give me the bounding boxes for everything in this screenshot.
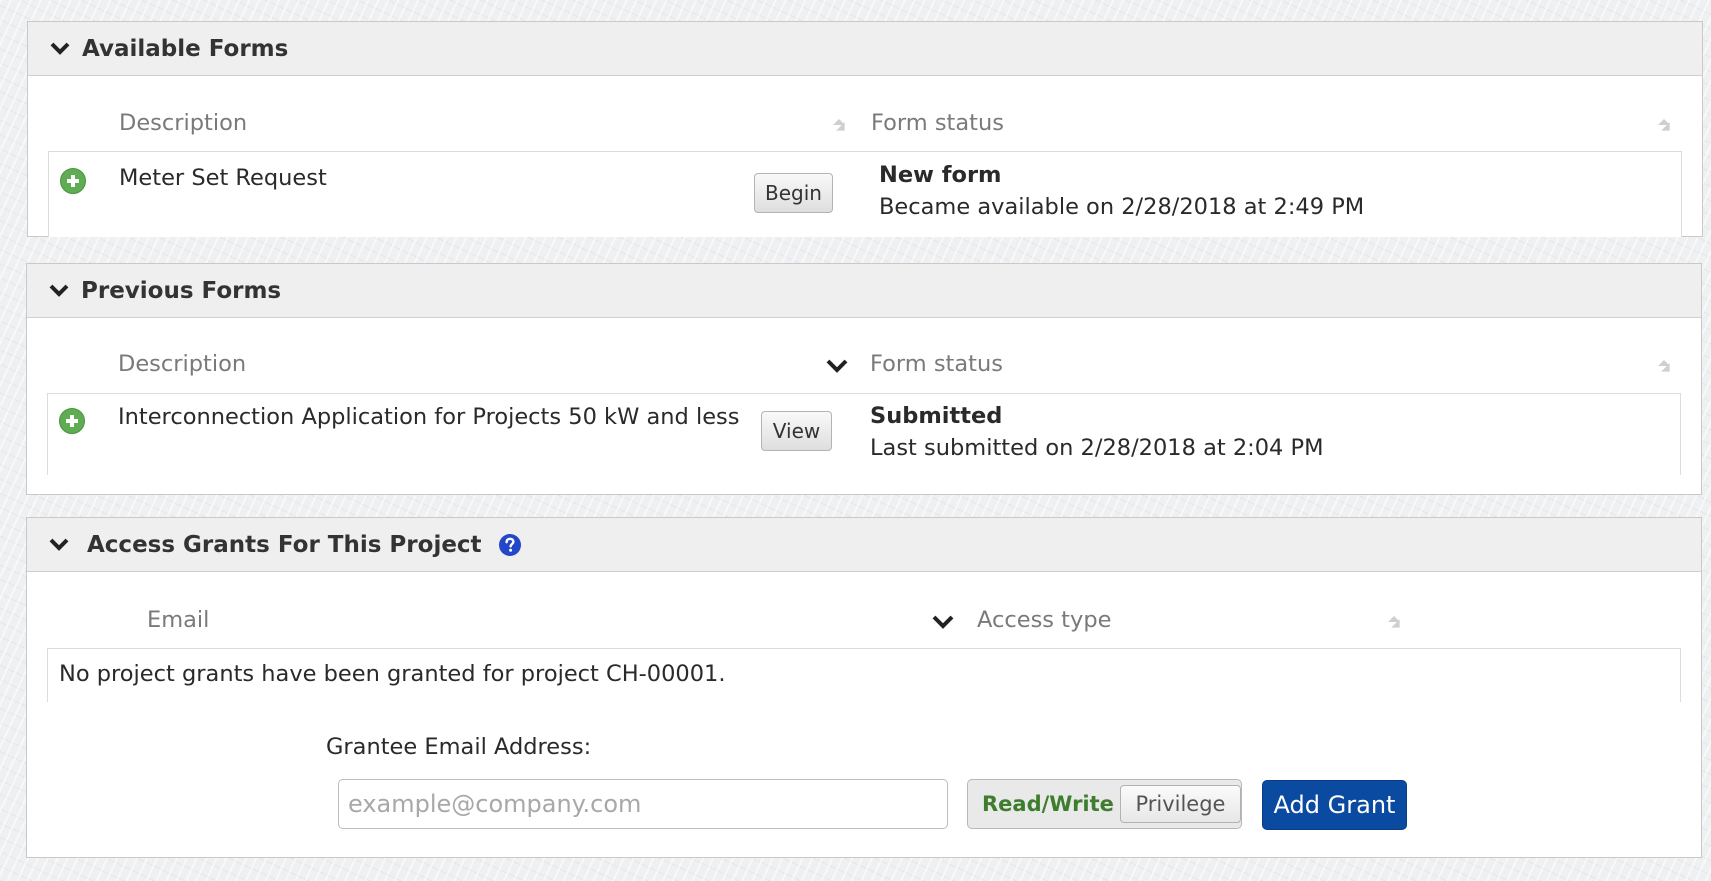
sort-unsorted-icon[interactable] [1651,353,1677,383]
form-description: Meter Set Request [119,165,327,191]
begin-button[interactable]: Begin [754,173,833,213]
empty-table-message: No project grants have been granted for … [59,661,726,687]
add-grant-button[interactable]: Add Grant [1262,780,1407,830]
column-header-email[interactable]: Email [147,607,209,633]
available-forms-panel: Available Forms Description Form status … [27,21,1703,237]
access-type-toggle[interactable]: Read/Write Privilege [967,779,1242,829]
grantee-email-label: Grantee Email Address: [326,734,592,760]
chevron-down-icon[interactable] [826,358,848,378]
chevron-down-icon[interactable] [48,37,72,61]
plus-circle-icon[interactable] [58,407,86,439]
column-header-description[interactable]: Description [119,110,247,136]
previous-forms-panel: Previous Forms Description Form status I… [26,263,1702,495]
column-header-access-type[interactable]: Access type [977,607,1111,633]
chevron-down-icon[interactable] [932,614,954,634]
sort-unsorted-icon[interactable] [826,112,852,142]
chevron-down-icon[interactable] [47,279,71,303]
form-status-detail: Became available on 2/28/2018 at 2:49 PM [879,194,1365,220]
panel-title: Available Forms [82,35,289,62]
form-status-detail: Last submitted on 2/28/2018 at 2:04 PM [870,435,1324,461]
form-status-title: New form [879,162,1002,188]
sort-unsorted-icon[interactable] [1651,112,1677,142]
grantee-email-input[interactable] [338,779,948,829]
toggle-read-write-label[interactable]: Read/Write [982,792,1114,816]
plus-circle-icon[interactable] [59,167,87,199]
sort-unsorted-icon[interactable] [1381,609,1407,639]
panel-title: Previous Forms [81,277,282,304]
previous-forms-header[interactable]: Previous Forms [27,264,1701,318]
view-button[interactable]: View [761,411,832,451]
previous-forms-table: Interconnection Application for Projects… [47,393,1681,475]
column-header-form-status[interactable]: Form status [870,351,1003,377]
column-header-form-status[interactable]: Form status [871,110,1004,136]
access-grants-table: No project grants have been granted for … [47,648,1681,702]
form-description: Interconnection Application for Projects… [118,404,740,430]
available-forms-table: Meter Set Request Begin New form Became … [48,151,1682,237]
toggle-privilege-label[interactable]: Privilege [1119,785,1241,823]
question-circle-icon[interactable] [498,533,522,557]
panel-title: Access Grants For This Project [87,531,482,558]
column-header-description[interactable]: Description [118,351,246,377]
form-status-title: Submitted [870,403,1003,429]
available-forms-header[interactable]: Available Forms [28,22,1702,76]
chevron-down-icon[interactable] [47,533,71,557]
access-grants-header[interactable]: Access Grants For This Project [27,518,1701,572]
